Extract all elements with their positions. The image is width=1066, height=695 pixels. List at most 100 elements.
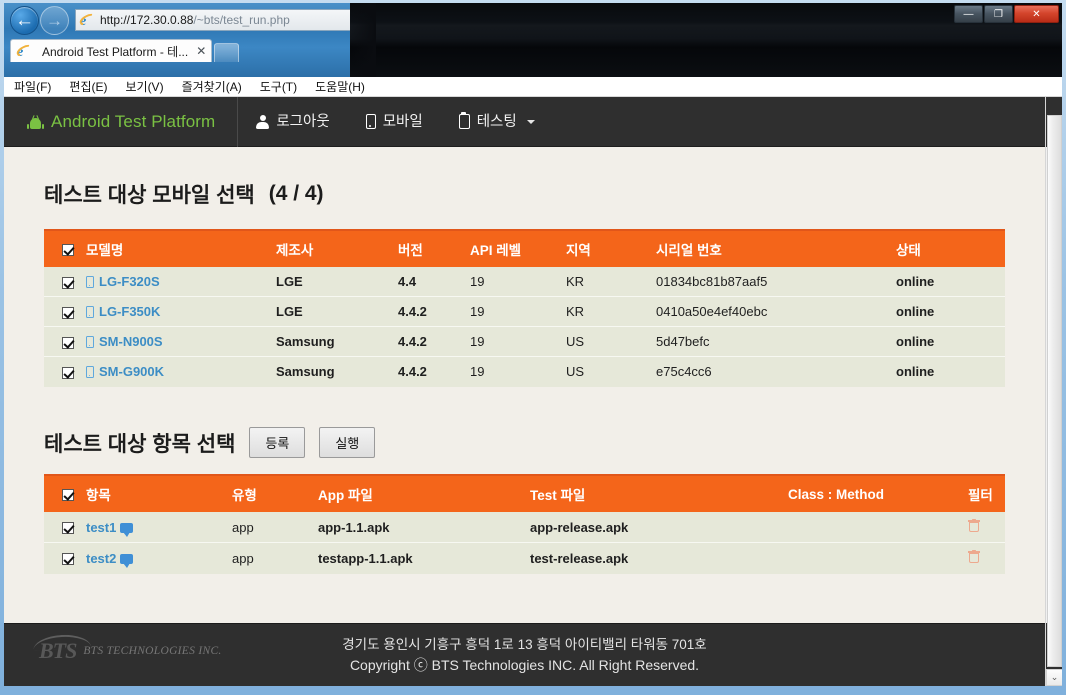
table-row[interactable]: SM-N900S Samsung 4.4.2 19 US 5d47befc on… — [44, 326, 1005, 357]
new-tab-button[interactable] — [214, 43, 240, 62]
device-version: 4.4.2 — [398, 296, 470, 327]
device-row-checkbox[interactable] — [62, 276, 74, 289]
device-status: online — [896, 326, 1005, 357]
header-maker: 제조사 — [276, 230, 398, 267]
device-api: 19 — [470, 296, 566, 327]
device-serial: 5d47befc — [656, 326, 896, 357]
forward-arrow-icon: → — [46, 10, 63, 30]
device-phone-icon — [86, 306, 94, 318]
device-phone-icon — [86, 336, 94, 348]
table-row[interactable]: test1 app app-1.1.apk app-release.apk — [44, 512, 1005, 543]
devices-selected-count: (4 / 4) — [268, 182, 324, 205]
device-version: 4.4 — [398, 267, 470, 297]
test-name[interactable]: test1 — [86, 520, 116, 535]
delete-icon[interactable] — [968, 518, 980, 532]
select-all-devices-checkbox[interactable] — [62, 243, 74, 256]
url-host: http://172.30.0.88 — [100, 13, 194, 27]
test-app-file: app-1.1.apk — [318, 512, 530, 543]
chevron-down-icon: ⌄ — [1050, 672, 1059, 682]
device-maker: LGE — [276, 296, 398, 327]
device-serial: e75c4cc6 — [656, 356, 896, 387]
nav-logout-label: 로그아웃 — [276, 113, 330, 130]
run-button[interactable]: 실행 — [319, 427, 376, 458]
page-scrollbar[interactable]: ⌃ ⌄ — [1045, 97, 1062, 686]
scrollbar-thumb[interactable] — [1047, 115, 1062, 667]
devices-select-all-cell — [44, 230, 86, 267]
test-app-file: testapp-1.1.apk — [318, 542, 530, 574]
address-bar[interactable]: e http://172.30.0.88/~bts/test_run.php ⌕… — [75, 9, 990, 31]
tab-favicon-icon: e — [14, 42, 35, 60]
test-delete-cell[interactable] — [968, 542, 1005, 574]
nav-mobile[interactable]: 모바일 — [348, 97, 441, 147]
device-status: online — [896, 296, 1005, 327]
search-icon[interactable]: ⌕ — [944, 12, 951, 28]
browser-tab[interactable]: e Android Test Platform - 테... ✕ — [10, 39, 213, 62]
header-region: 지역 — [566, 230, 656, 267]
test-class-method — [788, 542, 968, 574]
close-window-button[interactable]: ✕ — [1014, 5, 1059, 23]
test-row-checkbox[interactable] — [62, 522, 74, 535]
browser-window: ← → e http://172.30.0.88/~bts/test_run.p… — [0, 0, 1066, 695]
page-content: Android Test Platform 로그아웃 모바일 테스팅 테스트 대… — [4, 97, 1045, 686]
device-model[interactable]: LG-F350K — [99, 304, 160, 319]
browser-chrome: ← → e http://172.30.0.88/~bts/test_run.p… — [4, 3, 1062, 77]
select-all-tests-checkbox[interactable] — [62, 488, 74, 501]
device-model[interactable]: SM-N900S — [99, 334, 163, 349]
tab-close-icon[interactable]: ✕ — [196, 44, 206, 58]
menu-favorites[interactable]: 즐겨찾기(A) — [182, 78, 242, 95]
menu-tools[interactable]: 도구(T) — [260, 78, 297, 95]
device-serial: 0410a50e4ef40ebc — [656, 296, 896, 327]
table-row[interactable]: LG-F350K LGE 4.4.2 19 KR 0410a50e4ef40eb… — [44, 296, 1005, 327]
header-filter: 필터 — [968, 475, 1005, 512]
maximize-button[interactable]: ❐ — [984, 5, 1013, 23]
forward-button[interactable]: → — [40, 5, 69, 35]
test-row-checkbox[interactable] — [62, 553, 74, 566]
test-class-method — [788, 512, 968, 543]
table-row[interactable]: LG-F320S LGE 4.4 19 KR 01834bc81b87aaf5 … — [44, 267, 1005, 297]
devices-table-header-row: 모델명 제조사 버전 API 레벨 지역 시리얼 번호 상태 — [44, 230, 1005, 267]
delete-icon[interactable] — [968, 549, 980, 563]
brand-link[interactable]: Android Test Platform — [27, 97, 239, 147]
scroll-down-button[interactable]: ⌄ — [1046, 669, 1062, 686]
table-row[interactable]: SM-G900K Samsung 4.4.2 19 US e75c4cc6 on… — [44, 356, 1005, 387]
test-delete-cell[interactable] — [968, 512, 1005, 543]
nav-logout[interactable]: 로그아웃 — [238, 97, 347, 147]
menu-view[interactable]: 보기(V) — [125, 78, 163, 95]
test-name[interactable]: test2 — [86, 551, 116, 566]
menu-file[interactable]: 파일(F) — [14, 78, 51, 95]
tests-table-body: test1 app app-1.1.apk app-release.apk te… — [44, 512, 1005, 574]
device-api: 19 — [470, 326, 566, 357]
register-button[interactable]: 등록 — [249, 427, 306, 458]
bts-logo-wordmark: BTS TECHNOLOGIES INC. — [83, 645, 222, 657]
comment-icon[interactable] — [120, 553, 134, 568]
header-app-file: App 파일 — [318, 475, 530, 512]
device-phone-icon — [86, 366, 94, 378]
table-row[interactable]: test2 app testapp-1.1.apk test-release.a… — [44, 542, 1005, 574]
back-button[interactable]: ← — [10, 5, 39, 35]
device-row-checkbox[interactable] — [62, 306, 74, 319]
test-test-file: test-release.apk — [530, 542, 788, 574]
device-region: KR — [566, 267, 656, 297]
device-api: 19 — [470, 267, 566, 297]
menu-edit[interactable]: 편집(E) — [69, 78, 107, 95]
tab-title: Android Test Platform - 테... — [42, 44, 189, 59]
maximize-icon: ❐ — [994, 8, 1003, 20]
menu-help[interactable]: 도움말(H) — [315, 78, 365, 95]
device-model[interactable]: LG-F320S — [99, 274, 160, 289]
devices-title-text: 테스트 대상 모바일 선택 — [44, 184, 255, 207]
url-text: http://172.30.0.88/~bts/test_run.php — [100, 13, 290, 27]
tests-table: 항목 유형 App 파일 Test 파일 Class : Method 필터 t… — [44, 474, 1005, 574]
comment-icon[interactable] — [120, 522, 134, 537]
device-region: US — [566, 326, 656, 357]
clipboard-icon — [458, 111, 470, 129]
menu-bar: 파일(F) 편집(E) 보기(V) 즐겨찾기(A) 도구(T) 도움말(H) — [4, 77, 1062, 97]
header-model: 모델명 — [86, 230, 276, 267]
device-row-checkbox[interactable] — [62, 336, 74, 349]
devices-table: 모델명 제조사 버전 API 레벨 지역 시리얼 번호 상태 LG-F320S — [44, 229, 1005, 387]
minimize-button[interactable]: — — [954, 5, 983, 23]
device-region: KR — [566, 296, 656, 327]
device-model[interactable]: SM-G900K — [99, 364, 164, 379]
nav-testing[interactable]: 테스팅 — [441, 97, 553, 147]
device-maker: LGE — [276, 267, 398, 297]
device-row-checkbox[interactable] — [62, 366, 74, 379]
